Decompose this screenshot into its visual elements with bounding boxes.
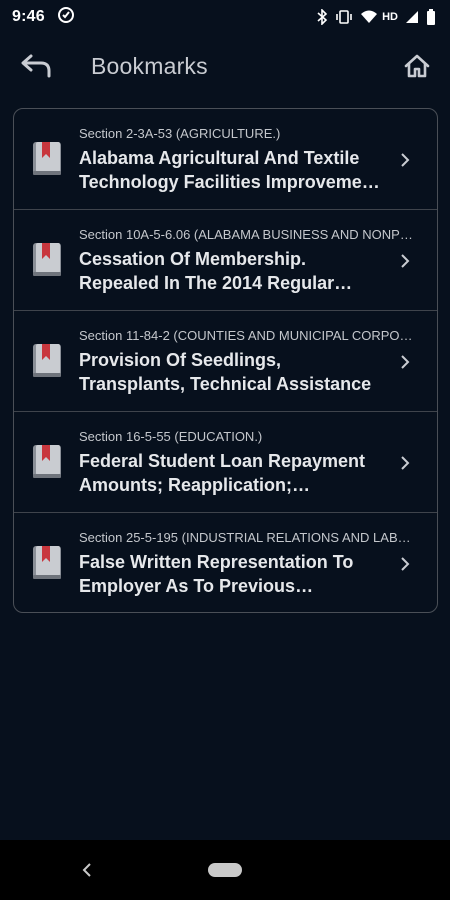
- app-bar: Bookmarks: [0, 34, 450, 100]
- back-arrow-icon: [21, 54, 51, 78]
- battery-icon: [426, 9, 436, 25]
- chevron-right-icon: [401, 254, 410, 268]
- bookmark-section: Section 11-84-2 (COUNTIES AND MUNICIPAL …: [79, 328, 414, 343]
- bookmark-book-icon: [33, 445, 61, 478]
- bookmark-section: Section 16-5-55 (EDUCATION.): [79, 429, 263, 444]
- home-button[interactable]: [398, 48, 436, 84]
- bluetooth-icon: [316, 9, 328, 25]
- bookmark-title: False Written Representation To Employer…: [79, 552, 354, 596]
- chevron-right-icon: [401, 456, 410, 470]
- bookmark-list: Section 2-3A-53 (AGRICULTURE.) Alabama A…: [13, 108, 438, 613]
- bookmark-title: Cessation Of Membership. Repealed In The…: [79, 249, 335, 293]
- chevron-right-icon: [401, 153, 410, 167]
- status-time: 9:46: [12, 8, 45, 25]
- bookmark-item[interactable]: Section 2-3A-53 (AGRICULTURE.) Alabama A…: [14, 109, 437, 210]
- vibrate-icon: [335, 10, 353, 24]
- back-button[interactable]: [16, 48, 56, 84]
- data-saver-icon: [57, 6, 75, 29]
- bookmark-book-icon: [33, 142, 61, 175]
- page-title: Bookmarks: [91, 53, 208, 79]
- bookmark-title: Provision Of Seedlings, Transplants, Tec…: [79, 350, 372, 394]
- bookmark-book-icon: [33, 243, 61, 276]
- system-nav-bar: [0, 840, 450, 900]
- status-left: 9:46: [12, 6, 75, 29]
- nav-back-icon[interactable]: [78, 860, 96, 880]
- bookmark-item[interactable]: Section 25-5-195 (INDUSTRIAL RELATIONS A…: [14, 513, 437, 612]
- bookmark-title: Federal Student Loan Repayment Amounts; …: [79, 451, 366, 495]
- bookmark-section: Section 10A-5-6.06 (ALABAMA BUSINESS AND…: [79, 227, 414, 242]
- signal-icon: [405, 10, 419, 24]
- chevron-right-icon: [401, 355, 410, 369]
- bookmark-section: Section 2-3A-53 (AGRICULTURE.): [79, 126, 281, 141]
- status-bar: 9:46 HD: [0, 0, 450, 34]
- bookmark-item[interactable]: Section 11-84-2 (COUNTIES AND MUNICIPAL …: [14, 311, 437, 412]
- wifi-icon: [360, 10, 378, 24]
- status-right: HD: [316, 9, 436, 25]
- home-icon: [404, 54, 430, 78]
- nav-home-pill[interactable]: [208, 863, 242, 877]
- chevron-right-icon: [401, 557, 410, 571]
- hd-label: HD: [382, 11, 398, 23]
- bookmark-book-icon: [33, 344, 61, 377]
- bookmark-section: Section 25-5-195 (INDUSTRIAL RELATIONS A…: [79, 530, 414, 545]
- bookmark-item[interactable]: Section 10A-5-6.06 (ALABAMA BUSINESS AND…: [14, 210, 437, 311]
- bookmark-title: Alabama Agricultural And Textile Technol…: [79, 148, 379, 192]
- bookmark-book-icon: [33, 546, 61, 579]
- bookmark-item[interactable]: Section 16-5-55 (EDUCATION.) Federal Stu…: [14, 412, 437, 513]
